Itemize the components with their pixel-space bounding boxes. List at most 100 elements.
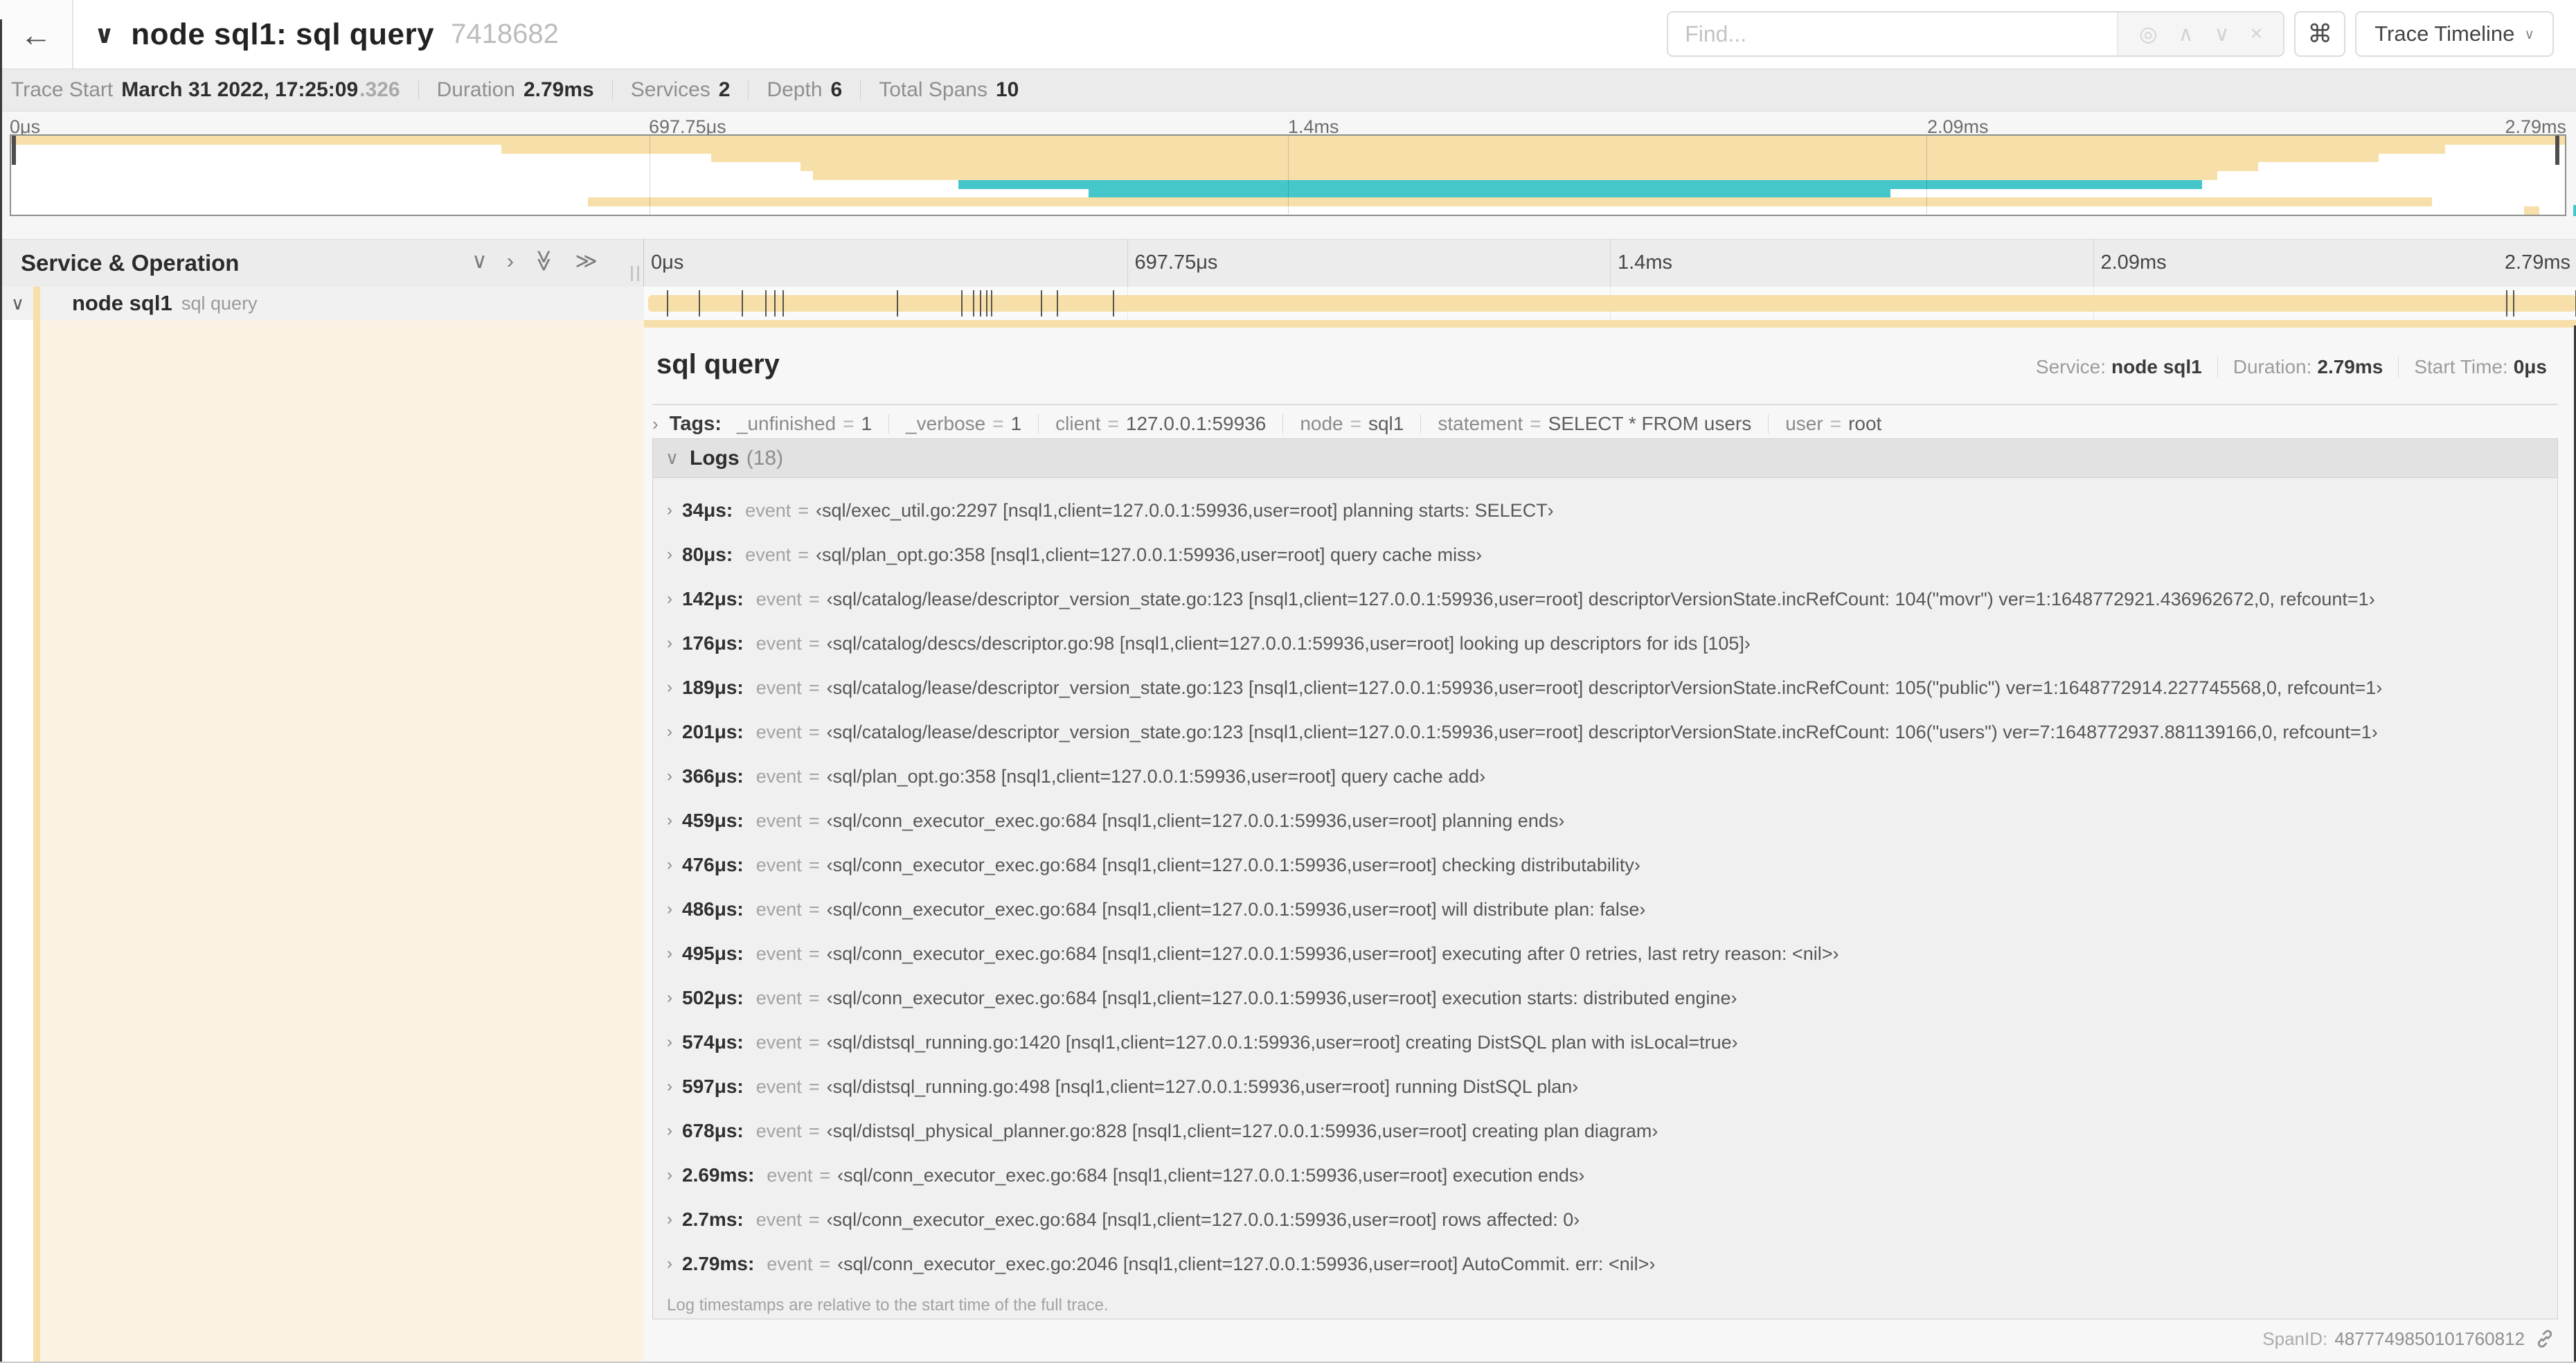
tag-item: _unfinished = 1 [737,413,872,435]
keyboard-shortcuts-button[interactable]: ⌘ [2294,11,2346,57]
detail-meta-value: 2.79ms [2317,356,2383,377]
log-row[interactable]: › 2.79ms: event = ‹sql/conn_executor_exec.go… [653,1242,2557,1286]
trace-view-selector[interactable]: Trace Timeline ∨ [2355,11,2554,57]
logs-accordion-header[interactable]: ∨ Logs (18) [653,439,2557,478]
expand-one-icon[interactable]: › [507,250,514,271]
log-expand-icon[interactable]: › [667,678,672,697]
log-expand-icon[interactable]: › [667,589,672,609]
log-expand-icon[interactable]: › [667,634,672,653]
log-field-value: ‹sql/conn_executor_exec.go:684 [nsql1,cl… [826,943,1839,964]
log-field-key: event [755,677,802,698]
log-expand-icon[interactable]: › [667,855,672,875]
tag-value: sql1 [1368,413,1404,434]
meta-item: Duration 2.79ms [437,78,594,102]
log-expand-icon[interactable]: › [667,988,672,1008]
log-row[interactable]: › 366μs: event = ‹sql/plan_opt.go:358 [nsql1… [653,754,2557,799]
log-expand-icon[interactable]: › [667,811,672,830]
deep-link-icon[interactable] [2534,1328,2555,1349]
trace-title-group[interactable]: ∨ node sql1: sql query 7418682 [94,0,559,69]
column-resizer-grip[interactable] [631,266,639,281]
prev-result-icon[interactable]: ∧ [2179,22,2194,46]
log-row[interactable]: › 597μs: event = ‹sql/distsql_running.go:498… [653,1064,2557,1109]
log-row[interactable]: › 189μs: event = ‹sql/catalog/lease/descript… [653,666,2557,710]
logs-collapse-icon[interactable]: ∨ [665,447,679,469]
meta-label: Services [630,78,710,101]
span-name-cell[interactable]: ∨ node sql1 sql query [0,287,644,320]
viewport-left-handle[interactable] [12,136,16,165]
log-marker-tick [764,290,767,317]
log-timestamp: 495μs: [682,943,744,964]
log-expand-icon[interactable]: › [667,1121,672,1141]
log-expand-icon[interactable]: › [667,1033,672,1052]
log-expand-icon[interactable]: › [667,722,672,742]
log-field-value: ‹sql/conn_executor_exec.go:684 [nsql1,cl… [826,810,1565,831]
log-expand-icon[interactable]: › [667,767,672,786]
meta-item: Services 2 [631,78,731,102]
log-row[interactable]: › 201μs: event = ‹sql/catalog/lease/descript… [653,710,2557,754]
tags-accordion[interactable]: › Tags: _unfinished = 1 _verbose = 1 client = 12… [652,407,1881,440]
log-timestamp: 142μs: [682,588,744,609]
log-field-key: event [755,632,802,654]
log-expand-icon[interactable]: › [667,501,672,520]
log-row[interactable]: › 502μs: event = ‹sql/conn_executor_exec.go:… [653,976,2557,1020]
span-collapse-chevron-icon[interactable]: ∨ [11,293,24,314]
log-row[interactable]: › 176μs: event = ‹sql/catalog/descs/descript… [653,621,2557,666]
log-expand-icon[interactable]: › [667,545,672,564]
viewport-right-handle[interactable] [2555,136,2559,165]
log-eq: = [808,987,820,1008]
log-marker-tick [980,290,981,317]
log-field-key: event [755,765,802,787]
find-group: ◎ ∧ ∨ × [1667,11,2285,57]
minimap-viewport[interactable] [10,134,2566,216]
tag-key: user [1785,413,1823,434]
log-row[interactable]: › 678μs: event = ‹sql/distsql_physical_plann… [653,1109,2557,1153]
log-row[interactable]: › 486μs: event = ‹sql/conn_executor_exec.go:… [653,887,2557,932]
collapse-all-icon[interactable]: ≫ [533,249,557,271]
log-marker-tick [986,290,987,317]
back-button[interactable]: ← [0,0,73,69]
log-expand-icon[interactable]: › [667,944,672,963]
log-expand-icon[interactable]: › [667,1166,672,1185]
tags-expand-icon[interactable]: › [652,413,659,435]
span-bar-cell[interactable] [644,287,2576,320]
meta-label: Depth [767,78,823,101]
log-marker-tick [2506,290,2507,317]
tag-value: 1 [861,413,873,434]
expand-collapse-controls: ∨ › ≫ ≫ [472,239,598,282]
log-expand-icon[interactable]: › [667,1254,672,1274]
span-duration-bar[interactable] [647,295,2576,312]
log-expand-icon[interactable]: › [667,900,672,919]
collapse-one-icon[interactable]: ∨ [472,250,488,271]
tag-eq: = [1530,413,1541,434]
title-chevron-down-icon[interactable]: ∨ [94,20,114,49]
expand-all-icon[interactable]: ≫ [575,250,598,271]
log-row[interactable]: › 574μs: event = ‹sql/distsql_running.go:142… [653,1020,2557,1064]
log-row[interactable]: › 34μs: event = ‹sql/exec_util.go:2297 [nsql… [653,488,2557,533]
log-row[interactable]: › 495μs: event = ‹sql/conn_executor_exec.go:… [653,932,2557,976]
meta-value: 2.79ms [523,78,594,101]
search-input[interactable] [1668,12,2118,55]
log-marker-tick [742,290,743,317]
log-expand-icon[interactable]: › [667,1077,672,1096]
logs-list: › 34μs: event = ‹sql/exec_util.go:2297 [nsql… [653,478,2557,1286]
trace-id: 7418682 [451,19,559,49]
log-field-value: ‹sql/catalog/lease/descriptor_version_st… [826,677,2383,698]
log-field-key: event [767,1164,813,1186]
log-row[interactable]: › 142μs: event = ‹sql/catalog/lease/descript… [653,577,2557,621]
log-timestamp: 486μs: [682,898,744,920]
log-row[interactable]: › 476μs: event = ‹sql/conn_executor_exec.go:… [653,843,2557,887]
next-result-icon[interactable]: ∨ [2215,22,2230,46]
minimap-span-bar [588,197,2433,207]
clear-search-icon[interactable]: × [2251,22,2263,46]
locate-icon[interactable]: ◎ [2139,22,2157,46]
minimap-span-bar [800,162,2259,172]
log-row[interactable]: › 2.7ms: event = ‹sql/conn_executor_exec.go:… [653,1197,2557,1242]
log-timestamp: 80μs: [682,544,733,565]
log-marker-tick [774,290,776,317]
log-row[interactable]: › 459μs: event = ‹sql/conn_executor_exec.go:… [653,799,2557,843]
log-field-value: ‹sql/distsql_running.go:1420 [nsql1,clie… [826,1031,1738,1053]
log-expand-icon[interactable]: › [667,1210,672,1229]
log-row[interactable]: › 2.69ms: event = ‹sql/conn_executor_exec.go… [653,1153,2557,1197]
log-row[interactable]: › 80μs: event = ‹sql/plan_opt.go:358 [nsql1,… [653,533,2557,577]
span-detail-section: sql query Service: node sql1 Duration: 2.79… [0,320,2576,1362]
